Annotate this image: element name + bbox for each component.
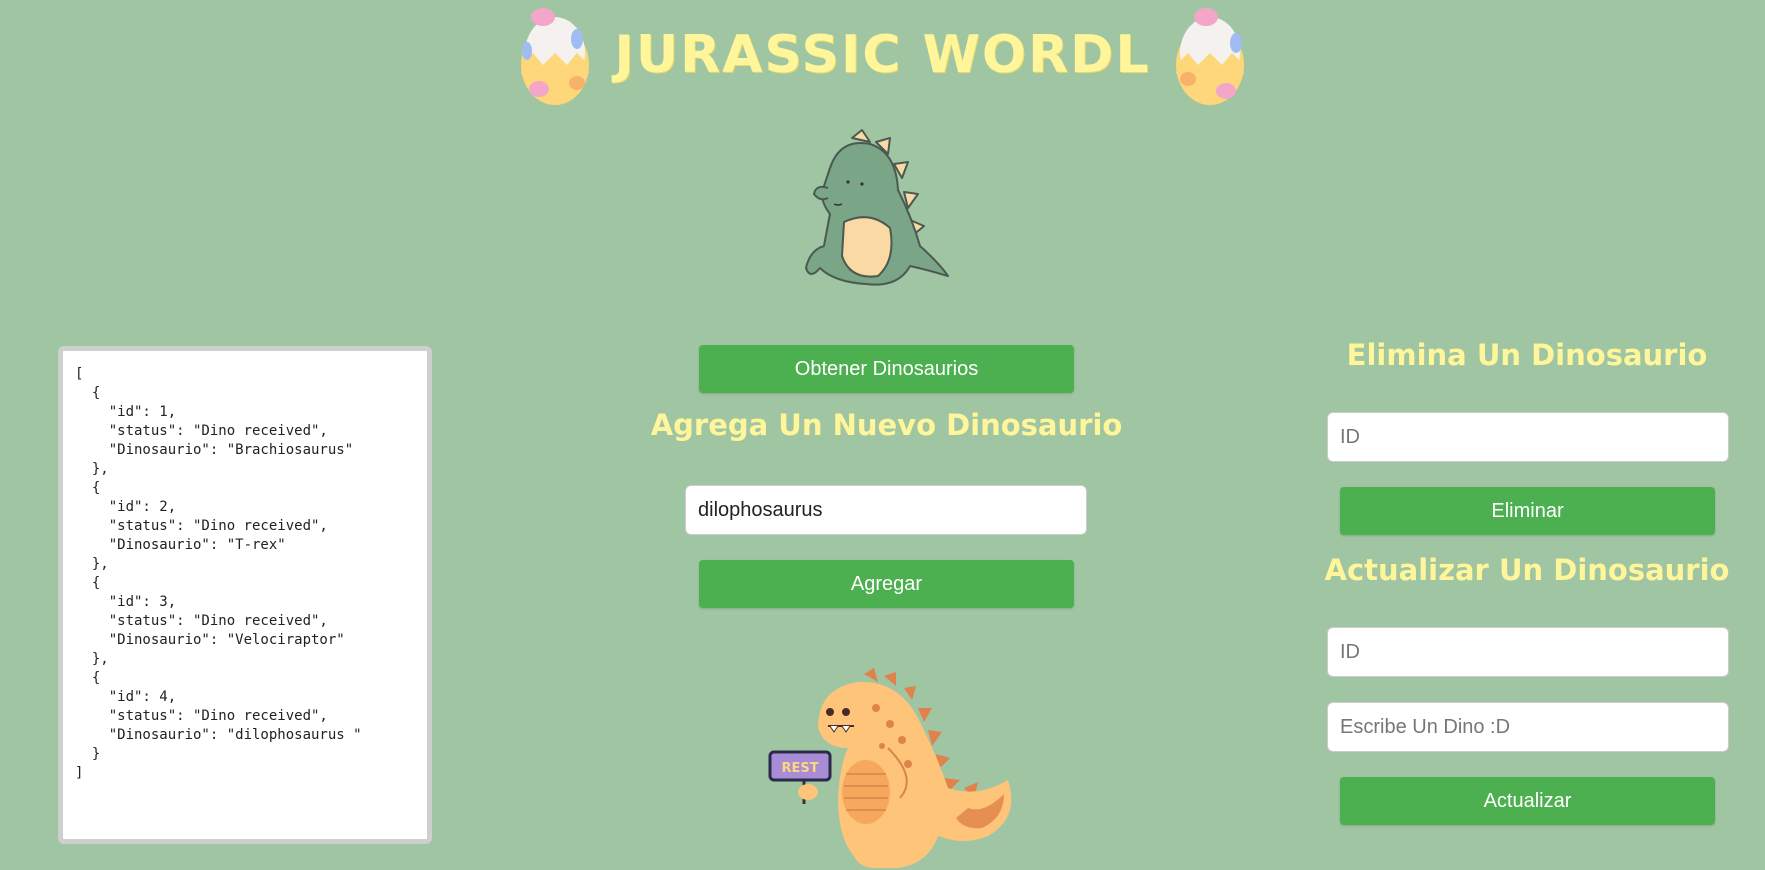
add-dino-input[interactable] — [685, 485, 1087, 535]
cracked-egg-icon — [1176, 8, 1245, 105]
json-response-panel: [ { "id": 1, "status": "Dino received", … — [58, 346, 432, 844]
delete-button[interactable]: Eliminar — [1340, 487, 1715, 535]
rest-sign-text: REST — [781, 761, 818, 776]
header: Jurassic Wordl — [0, 0, 1765, 110]
sitting-dino-illustration — [805, 129, 949, 286]
update-dino-name-input[interactable] — [1327, 702, 1729, 752]
add-dino-title: Agrega Un Nuevo Dinosaurio — [650, 408, 1123, 442]
rest-sign-dino-illustration: REST — [768, 668, 1012, 868]
page-title: Jurassic Wordl — [614, 25, 1151, 85]
update-dino-title: Actualizar Un Dinosaurio — [1324, 553, 1730, 587]
delete-dino-title: Elimina Un Dinosaurio — [1346, 338, 1708, 372]
update-button[interactable]: Actualizar — [1340, 777, 1715, 825]
get-dinosaurs-button[interactable]: Obtener Dinosaurios — [699, 345, 1074, 393]
update-id-input[interactable] — [1327, 627, 1729, 677]
delete-id-input[interactable] — [1327, 412, 1729, 462]
add-button[interactable]: Agregar — [699, 560, 1074, 608]
cracked-egg-icon — [520, 8, 589, 105]
